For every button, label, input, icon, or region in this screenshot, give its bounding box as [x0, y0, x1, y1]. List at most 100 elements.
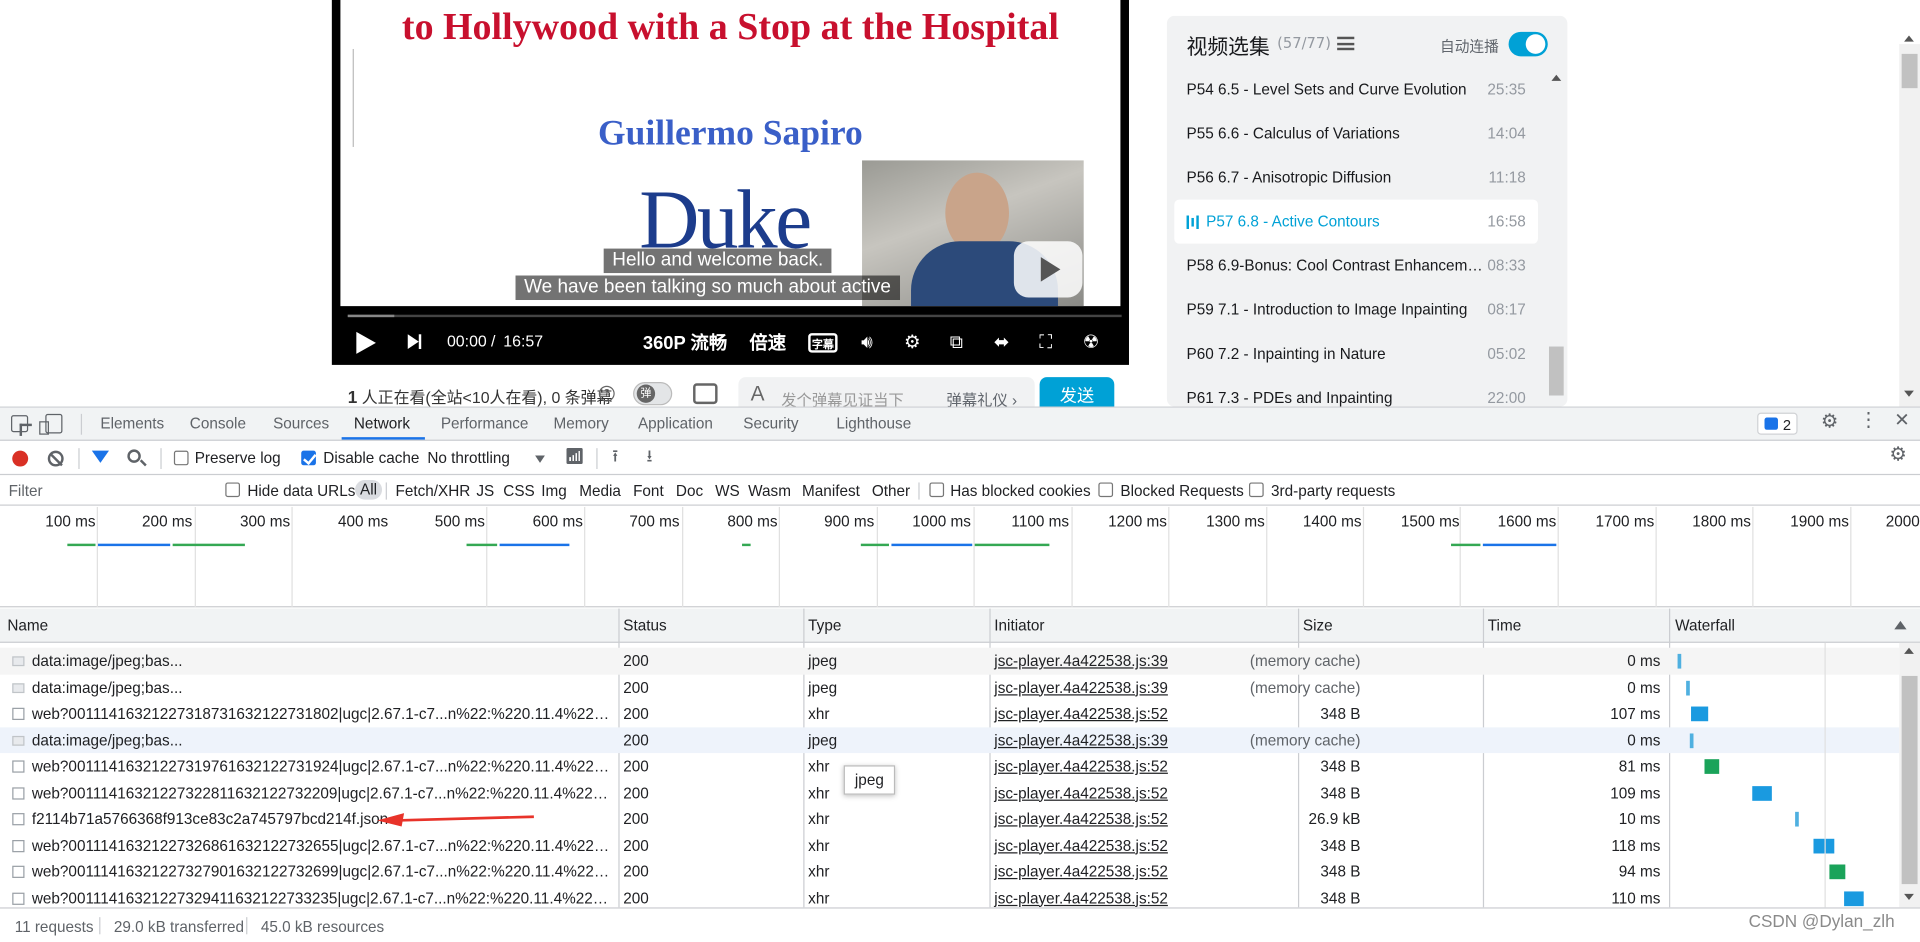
devtools-settings-icon[interactable]: ⚙ — [1821, 412, 1839, 432]
table-row[interactable]: f2114b71a5766368f913ce83c2a745797bcd214f… — [0, 806, 1899, 832]
search-icon[interactable] — [127, 449, 141, 463]
column-waterfall[interactable]: Waterfall — [1675, 617, 1735, 634]
tab-network[interactable]: Network — [354, 415, 410, 432]
send-button[interactable]: 发送 — [1039, 377, 1115, 407]
close-icon[interactable]: ✕ — [1894, 411, 1909, 429]
scroll-up-icon[interactable] — [1904, 647, 1914, 654]
filter-type-media[interactable]: Media — [579, 482, 621, 499]
import-har-icon[interactable]: ⭱ — [612, 447, 618, 464]
request-initiator[interactable]: jsc-player.4a422538.js:52 — [994, 758, 1168, 775]
quality-button[interactable]: 360P 流畅 — [643, 329, 727, 355]
filter-type-fetch-xhr[interactable]: Fetch/XHR — [396, 482, 471, 499]
export-har-icon[interactable]: ⭳ — [647, 447, 653, 464]
filter-input[interactable] — [2, 478, 210, 503]
column-name[interactable]: Name — [7, 617, 48, 634]
tab-lighthouse[interactable]: Lighthouse — [836, 415, 911, 432]
play-icon[interactable] — [356, 331, 376, 354]
column-size[interactable]: Size — [1303, 617, 1333, 634]
column-time[interactable]: Time — [1488, 617, 1521, 634]
filter-type-ws[interactable]: WS — [715, 482, 740, 499]
volume-icon[interactable]: 🔊︎ — [853, 331, 880, 353]
big-play-icon[interactable] — [1013, 241, 1083, 298]
filter-type-manifest[interactable]: Manifest — [802, 482, 860, 499]
table-row[interactable]: data:image/jpeg;bas... 200 jpeg jsc-player.… — [0, 674, 1899, 700]
request-initiator[interactable]: jsc-player.4a422538.js:52 — [994, 890, 1168, 907]
scroll-thumb[interactable] — [1901, 53, 1918, 89]
radiation-icon[interactable]: ☢ — [1078, 331, 1105, 353]
playlist-item[interactable]: P61 7.3 - PDEs and Inpainting 22:00 — [1174, 376, 1538, 406]
third-party-checkbox[interactable] — [1248, 482, 1264, 498]
next-icon[interactable] — [407, 334, 422, 349]
scroll-down-icon[interactable] — [1904, 390, 1914, 397]
table-row[interactable]: web?00111416321227329411632122733235|ugc… — [0, 885, 1899, 908]
speed-button[interactable]: 倍速 — [749, 329, 786, 355]
request-initiator[interactable]: jsc-player.4a422538.js:52 — [994, 837, 1168, 854]
more-options-icon[interactable]: ⋮ — [1859, 411, 1879, 431]
filter-type-js[interactable]: JS — [476, 482, 494, 499]
issues-badge[interactable]: 2 — [1757, 412, 1798, 435]
settings-icon[interactable]: ⚙ — [899, 331, 926, 353]
page-scrollbar[interactable] — [1899, 35, 1920, 407]
help-icon[interactable]: ? — [598, 385, 615, 402]
has-blocked-cookies-checkbox[interactable] — [929, 482, 945, 498]
record-button[interactable] — [12, 450, 29, 467]
autoplay-switch[interactable] — [1508, 31, 1548, 57]
table-row[interactable]: web?00111416321227319761632122731924|ugc… — [0, 753, 1899, 779]
playlist-item[interactable]: P60 7.2 - Inpainting in Nature 05:02 — [1174, 332, 1538, 376]
filter-type-css[interactable]: CSS — [503, 482, 534, 499]
table-row[interactable]: web?00111416321227322811632122732209|ugc… — [0, 779, 1899, 805]
filter-type-img[interactable]: Img — [541, 482, 567, 499]
table-row[interactable]: web?00111416321227327901632122732699|ugc… — [0, 858, 1899, 884]
widescreen-icon[interactable]: ⬌ — [988, 331, 1015, 353]
filter-icon[interactable] — [91, 450, 109, 463]
scroll-up-icon[interactable] — [1904, 35, 1914, 42]
table-row[interactable]: web?00111416321227318731632122731802|ugc… — [0, 700, 1899, 726]
device-toolbar-icon[interactable] — [39, 413, 63, 435]
playlist-item[interactable]: P57 6.8 - Active Contours 16:58 — [1174, 199, 1538, 244]
pip-icon[interactable]: ⧉ — [943, 331, 970, 353]
scroll-thumb[interactable] — [1901, 675, 1918, 885]
table-row[interactable]: web?00111416321227326861632122732655|ugc… — [0, 832, 1899, 858]
progress-bar[interactable] — [347, 314, 1122, 318]
danmaku-toggle[interactable]: 弹 — [633, 382, 673, 406]
filter-type-font[interactable]: Font — [633, 482, 664, 499]
network-settings-icon[interactable]: ⚙ — [1889, 445, 1907, 465]
playlist-item[interactable]: P56 6.7 - Anisotropic Diffusion 11:18 — [1174, 156, 1538, 200]
clear-icon[interactable] — [47, 450, 64, 467]
tab-elements[interactable]: Elements — [100, 415, 164, 432]
request-initiator[interactable]: jsc-player.4a422538.js:52 — [994, 811, 1168, 828]
filter-type-all[interactable]: All — [355, 480, 382, 500]
table-scrollbar[interactable] — [1899, 642, 1920, 908]
playlist-item[interactable]: P54 6.5 - Level Sets and Curve Evolution… — [1174, 67, 1538, 111]
scroll-thumb[interactable] — [1548, 346, 1564, 396]
table-row[interactable]: data:image/jpeg;bas... 200 jpeg jsc-player.… — [0, 726, 1900, 754]
tab-console[interactable]: Console — [190, 415, 246, 432]
request-initiator[interactable]: jsc-player.4a422538.js:52 — [994, 863, 1168, 880]
table-row[interactable]: data:image/jpeg;bas... 200 jpeg jsc-player.… — [0, 647, 1900, 675]
scroll-down-icon[interactable] — [1904, 893, 1914, 901]
playlist-item[interactable]: P59 7.1 - Introduction to Image Inpainti… — [1174, 288, 1538, 332]
blocked-requests-checkbox[interactable] — [1098, 482, 1114, 498]
danmaku-settings-icon[interactable] — [693, 383, 718, 405]
danmaku-etiquette-link[interactable]: 弹幕礼仪 › — [947, 387, 1018, 407]
tab-sources[interactable]: Sources — [273, 415, 329, 432]
scroll-up-icon[interactable] — [1551, 74, 1562, 81]
fullscreen-icon[interactable]: ⛶ — [1032, 331, 1059, 353]
filter-type-doc[interactable]: Doc — [676, 482, 703, 499]
column-type[interactable]: Type — [808, 617, 841, 634]
disable-cache-checkbox[interactable] — [301, 450, 316, 466]
tab-memory[interactable]: Memory — [553, 415, 608, 432]
request-initiator[interactable]: jsc-player.4a422538.js:39 — [994, 732, 1168, 749]
request-initiator[interactable]: jsc-player.4a422538.js:52 — [994, 705, 1168, 722]
request-initiator[interactable]: jsc-player.4a422538.js:39 — [994, 653, 1168, 670]
timeline-overview[interactable]: 100 ms 200 ms 300 ms 400 ms 500 ms 600 ms 700 … — [0, 506, 1920, 608]
playlist-item[interactable]: P58 6.9-Bonus: Cool Contrast Enhancement… — [1174, 244, 1538, 288]
playlist-item[interactable]: P55 6.6 - Calculus of Variations 14:04 — [1174, 111, 1538, 155]
network-conditions-icon[interactable]: 📶︎ — [564, 448, 584, 465]
request-initiator[interactable]: jsc-player.4a422538.js:52 — [994, 784, 1168, 801]
filter-type-wasm[interactable]: Wasm — [748, 482, 791, 499]
filter-type-other[interactable]: Other — [872, 482, 910, 499]
tab-security[interactable]: Security — [743, 415, 798, 432]
throttling-select[interactable]: No throttling — [427, 449, 510, 466]
tab-application[interactable]: Application — [638, 415, 713, 432]
